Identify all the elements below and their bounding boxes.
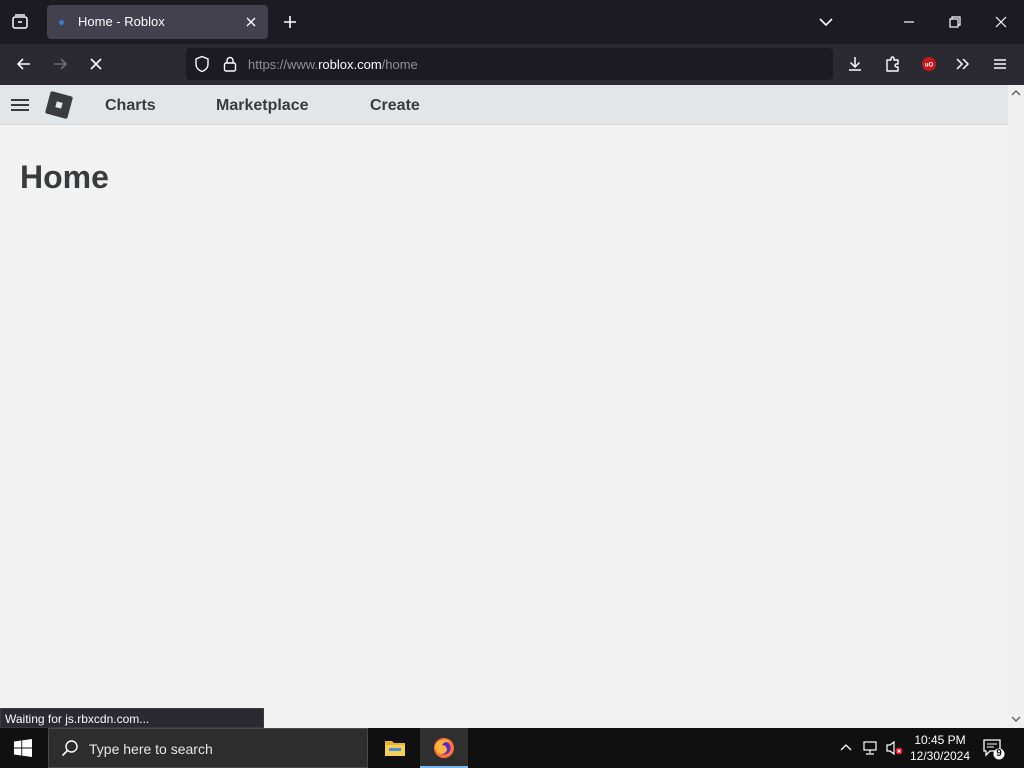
page-viewport: Charts Marketplace Create Home (0, 85, 1008, 728)
tab-overview-icon[interactable] (10, 12, 30, 32)
list-tabs-chevron-icon[interactable] (816, 12, 836, 32)
app-menu-hamburger-icon[interactable] (990, 54, 1010, 74)
roblox-header: Charts Marketplace Create (0, 85, 1008, 125)
taskbar: Type here to search 10:45 PM 12/30/2024 … (0, 728, 1024, 768)
scroll-down-arrow-icon[interactable] (1011, 714, 1021, 724)
downloads-icon[interactable] (845, 54, 865, 74)
search-magnifier-icon (61, 739, 79, 757)
address-bar[interactable]: https://www.roblox.com/home (186, 48, 833, 80)
close-tab-icon[interactable] (243, 14, 259, 30)
back-arrow-icon[interactable] (14, 54, 34, 74)
tab-title: Home - Roblox (78, 14, 165, 29)
file-explorer-app[interactable] (371, 728, 419, 768)
minimize-window-icon[interactable] (899, 12, 919, 32)
nav-charts-link[interactable]: Charts (105, 97, 156, 115)
stop-loading-icon[interactable] (86, 54, 106, 74)
extensions-puzzle-icon[interactable] (883, 54, 903, 74)
clock-date: 12/30/2024 (909, 749, 971, 763)
new-tab-icon[interactable] (280, 12, 300, 32)
volume-muted-icon[interactable] (885, 740, 905, 756)
notifications-icon[interactable]: 9 (982, 738, 1008, 760)
status-bar: Waiting for js.rbxcdn.com... (0, 708, 264, 728)
tab-home-roblox[interactable]: Home - Roblox (47, 5, 268, 39)
nav-marketplace-link[interactable]: Marketplace (216, 97, 309, 115)
loading-favicon-icon (59, 20, 64, 25)
forward-arrow-icon[interactable] (50, 54, 70, 74)
page-title: Home (20, 159, 109, 195)
roblox-logo-icon[interactable] (44, 90, 74, 120)
padlock-icon[interactable] (220, 54, 240, 74)
url-path: /home (381, 57, 418, 72)
tracking-protection-shield-icon[interactable] (192, 54, 212, 74)
scroll-up-arrow-icon[interactable] (1011, 88, 1021, 98)
network-icon[interactable] (862, 740, 880, 756)
url-text[interactable]: https://www.roblox.com/home (248, 57, 418, 72)
close-window-icon[interactable] (991, 12, 1011, 32)
page-scrollbar[interactable] (1008, 85, 1024, 728)
ublock-origin-icon[interactable]: uO (919, 54, 939, 74)
tab-strip: Home - Roblox (0, 0, 1024, 44)
show-hidden-icons-chevron-icon[interactable] (838, 740, 854, 756)
more-tools-chevrons-icon[interactable] (953, 54, 973, 74)
system-clock[interactable]: 10:45 PM 12/30/2024 (906, 732, 974, 764)
restore-window-icon[interactable] (945, 12, 965, 32)
url-prefix: https://www. (248, 57, 319, 72)
taskbar-search-box[interactable]: Type here to search (48, 728, 368, 768)
site-menu-hamburger-icon[interactable] (10, 95, 30, 115)
url-host: roblox.com (318, 57, 382, 72)
notification-count-badge: 9 (996, 748, 1002, 759)
svg-text:uO: uO (925, 63, 934, 69)
search-placeholder: Type here to search (89, 741, 213, 757)
firefox-icon (432, 736, 456, 760)
folder-icon (384, 738, 406, 758)
nav-create-link[interactable]: Create (370, 97, 420, 115)
windows-start-icon[interactable] (14, 739, 32, 757)
clock-time: 10:45 PM (914, 733, 966, 747)
firefox-app[interactable] (420, 728, 468, 768)
